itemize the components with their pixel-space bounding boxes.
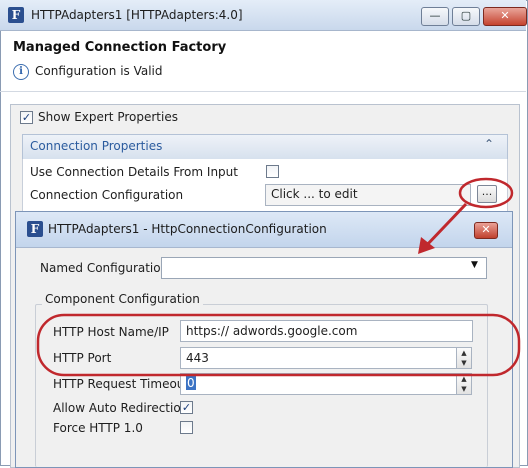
ellipsis-highlight-ellipse [458,177,514,209]
annotation-arrow-icon [423,202,468,249]
host-port-highlight-ellipse [36,313,521,377]
annotation-overlay [36,177,521,377]
